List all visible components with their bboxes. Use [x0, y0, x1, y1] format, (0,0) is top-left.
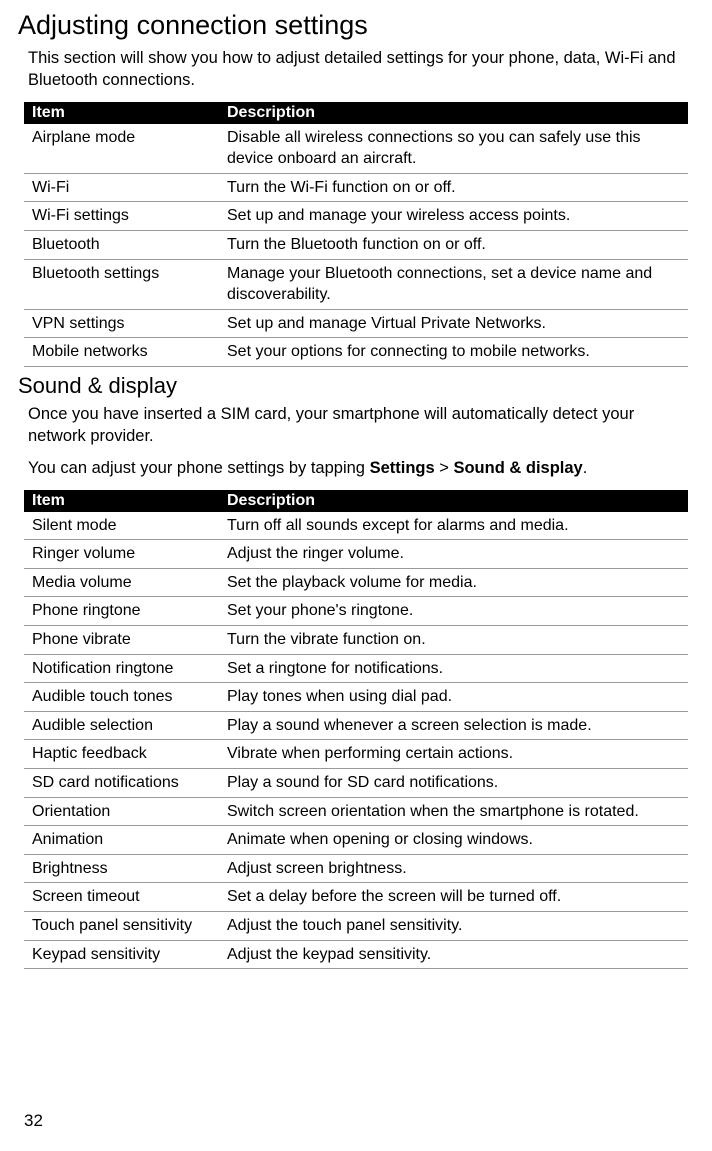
- table-sound-display: Item Description Silent modeTurn off all…: [24, 490, 688, 970]
- table-cell-item: Orientation: [24, 797, 219, 826]
- table-cell-description: Play tones when using dial pad.: [219, 683, 688, 712]
- table-cell-description: Turn the Bluetooth function on or off.: [219, 230, 688, 259]
- table-connection-settings: Item Description Airplane modeDisable al…: [24, 102, 688, 367]
- table-cell-description: Set up and manage Virtual Private Networ…: [219, 309, 688, 338]
- intro2-sep: >: [435, 459, 454, 477]
- table-row: VPN settingsSet up and manage Virtual Pr…: [24, 309, 688, 338]
- heading-connection-settings: Adjusting connection settings: [18, 10, 688, 41]
- table-cell-description: Set a delay before the screen will be tu…: [219, 883, 688, 912]
- table-cell-description: Turn the Wi-Fi function on or off.: [219, 173, 688, 202]
- table-cell-item: Animation: [24, 826, 219, 855]
- table-cell-description: Turn off all sounds except for alarms an…: [219, 512, 688, 540]
- table-cell-description: Disable all wireless connections so you …: [219, 124, 688, 174]
- table-cell-item: Phone ringtone: [24, 597, 219, 626]
- table-header-description: Description: [219, 102, 688, 124]
- table-row: SD card notificationsPlay a sound for SD…: [24, 769, 688, 798]
- page-number: 32: [24, 1111, 43, 1131]
- table-cell-description: Play a sound whenever a screen selection…: [219, 711, 688, 740]
- table-cell-item: Bluetooth: [24, 230, 219, 259]
- table-cell-item: Media volume: [24, 568, 219, 597]
- table-row: Notification ringtoneSet a ringtone for …: [24, 654, 688, 683]
- table-cell-item: Screen timeout: [24, 883, 219, 912]
- table-cell-description: Turn the vibrate function on.: [219, 626, 688, 655]
- table-row: Touch panel sensitivityAdjust the touch …: [24, 911, 688, 940]
- table-row: Bluetooth settingsManage your Bluetooth …: [24, 259, 688, 309]
- table-row: Airplane modeDisable all wireless connec…: [24, 124, 688, 174]
- table-row: Silent modeTurn off all sounds except fo…: [24, 512, 688, 540]
- table-cell-description: Set your phone's ringtone.: [219, 597, 688, 626]
- table-cell-item: Audible touch tones: [24, 683, 219, 712]
- table-cell-item: VPN settings: [24, 309, 219, 338]
- table-cell-description: Set a ringtone for notifications.: [219, 654, 688, 683]
- table-row: Wi-FiTurn the Wi-Fi function on or off.: [24, 173, 688, 202]
- table-cell-description: Switch screen orientation when the smart…: [219, 797, 688, 826]
- table-row: Haptic feedbackVibrate when performing c…: [24, 740, 688, 769]
- table-cell-item: Airplane mode: [24, 124, 219, 174]
- table-cell-item: Mobile networks: [24, 338, 219, 367]
- table-row: Media volumeSet the playback volume for …: [24, 568, 688, 597]
- table-cell-description: Animate when opening or closing windows.: [219, 826, 688, 855]
- table-cell-item: Notification ringtone: [24, 654, 219, 683]
- table-header-item: Item: [24, 490, 219, 512]
- table-cell-description: Adjust the keypad sensitivity.: [219, 940, 688, 969]
- table-cell-item: Phone vibrate: [24, 626, 219, 655]
- table-cell-item: Audible selection: [24, 711, 219, 740]
- table-row: Screen timeoutSet a delay before the scr…: [24, 883, 688, 912]
- table-row: BrightnessAdjust screen brightness.: [24, 854, 688, 883]
- intro2-suffix: .: [583, 459, 588, 477]
- table-cell-item: SD card notifications: [24, 769, 219, 798]
- table-cell-description: Vibrate when performing certain actions.: [219, 740, 688, 769]
- table-row: BluetoothTurn the Bluetooth function on …: [24, 230, 688, 259]
- table-row: OrientationSwitch screen orientation whe…: [24, 797, 688, 826]
- table-row: Mobile networksSet your options for conn…: [24, 338, 688, 367]
- table-cell-description: Manage your Bluetooth connections, set a…: [219, 259, 688, 309]
- intro2-sound-display-label: Sound & display: [453, 459, 582, 477]
- table-cell-description: Adjust the ringer volume.: [219, 540, 688, 569]
- table-row: Wi-Fi settingsSet up and manage your wir…: [24, 202, 688, 231]
- intro-sound-display-1: Once you have inserted a SIM card, your …: [28, 403, 688, 448]
- table-cell-item: Silent mode: [24, 512, 219, 540]
- table-row: Keypad sensitivityAdjust the keypad sens…: [24, 940, 688, 969]
- table-header-description: Description: [219, 490, 688, 512]
- intro-sound-display-2: You can adjust your phone settings by ta…: [28, 457, 688, 479]
- table-cell-description: Adjust the touch panel sensitivity.: [219, 911, 688, 940]
- table-row: Audible touch tonesPlay tones when using…: [24, 683, 688, 712]
- table-cell-item: Touch panel sensitivity: [24, 911, 219, 940]
- table-cell-description: Adjust screen brightness.: [219, 854, 688, 883]
- table-cell-item: Haptic feedback: [24, 740, 219, 769]
- intro-connection-settings: This section will show you how to adjust…: [28, 47, 688, 92]
- table-cell-item: Wi-Fi settings: [24, 202, 219, 231]
- intro2-settings-label: Settings: [370, 459, 435, 477]
- table-cell-description: Set your options for connecting to mobil…: [219, 338, 688, 367]
- intro2-prefix: You can adjust your phone settings by ta…: [28, 459, 370, 477]
- table-cell-description: Play a sound for SD card notifications.: [219, 769, 688, 798]
- table-row: AnimationAnimate when opening or closing…: [24, 826, 688, 855]
- table-cell-description: Set the playback volume for media.: [219, 568, 688, 597]
- table-cell-item: Wi-Fi: [24, 173, 219, 202]
- table-cell-description: Set up and manage your wireless access p…: [219, 202, 688, 231]
- table-cell-item: Ringer volume: [24, 540, 219, 569]
- heading-sound-display: Sound & display: [18, 373, 688, 399]
- table-row: Phone ringtoneSet your phone's ringtone.: [24, 597, 688, 626]
- table-cell-item: Brightness: [24, 854, 219, 883]
- table-row: Phone vibrateTurn the vibrate function o…: [24, 626, 688, 655]
- table-cell-item: Keypad sensitivity: [24, 940, 219, 969]
- table-cell-item: Bluetooth settings: [24, 259, 219, 309]
- table-row: Audible selectionPlay a sound whenever a…: [24, 711, 688, 740]
- table-header-item: Item: [24, 102, 219, 124]
- table-row: Ringer volumeAdjust the ringer volume.: [24, 540, 688, 569]
